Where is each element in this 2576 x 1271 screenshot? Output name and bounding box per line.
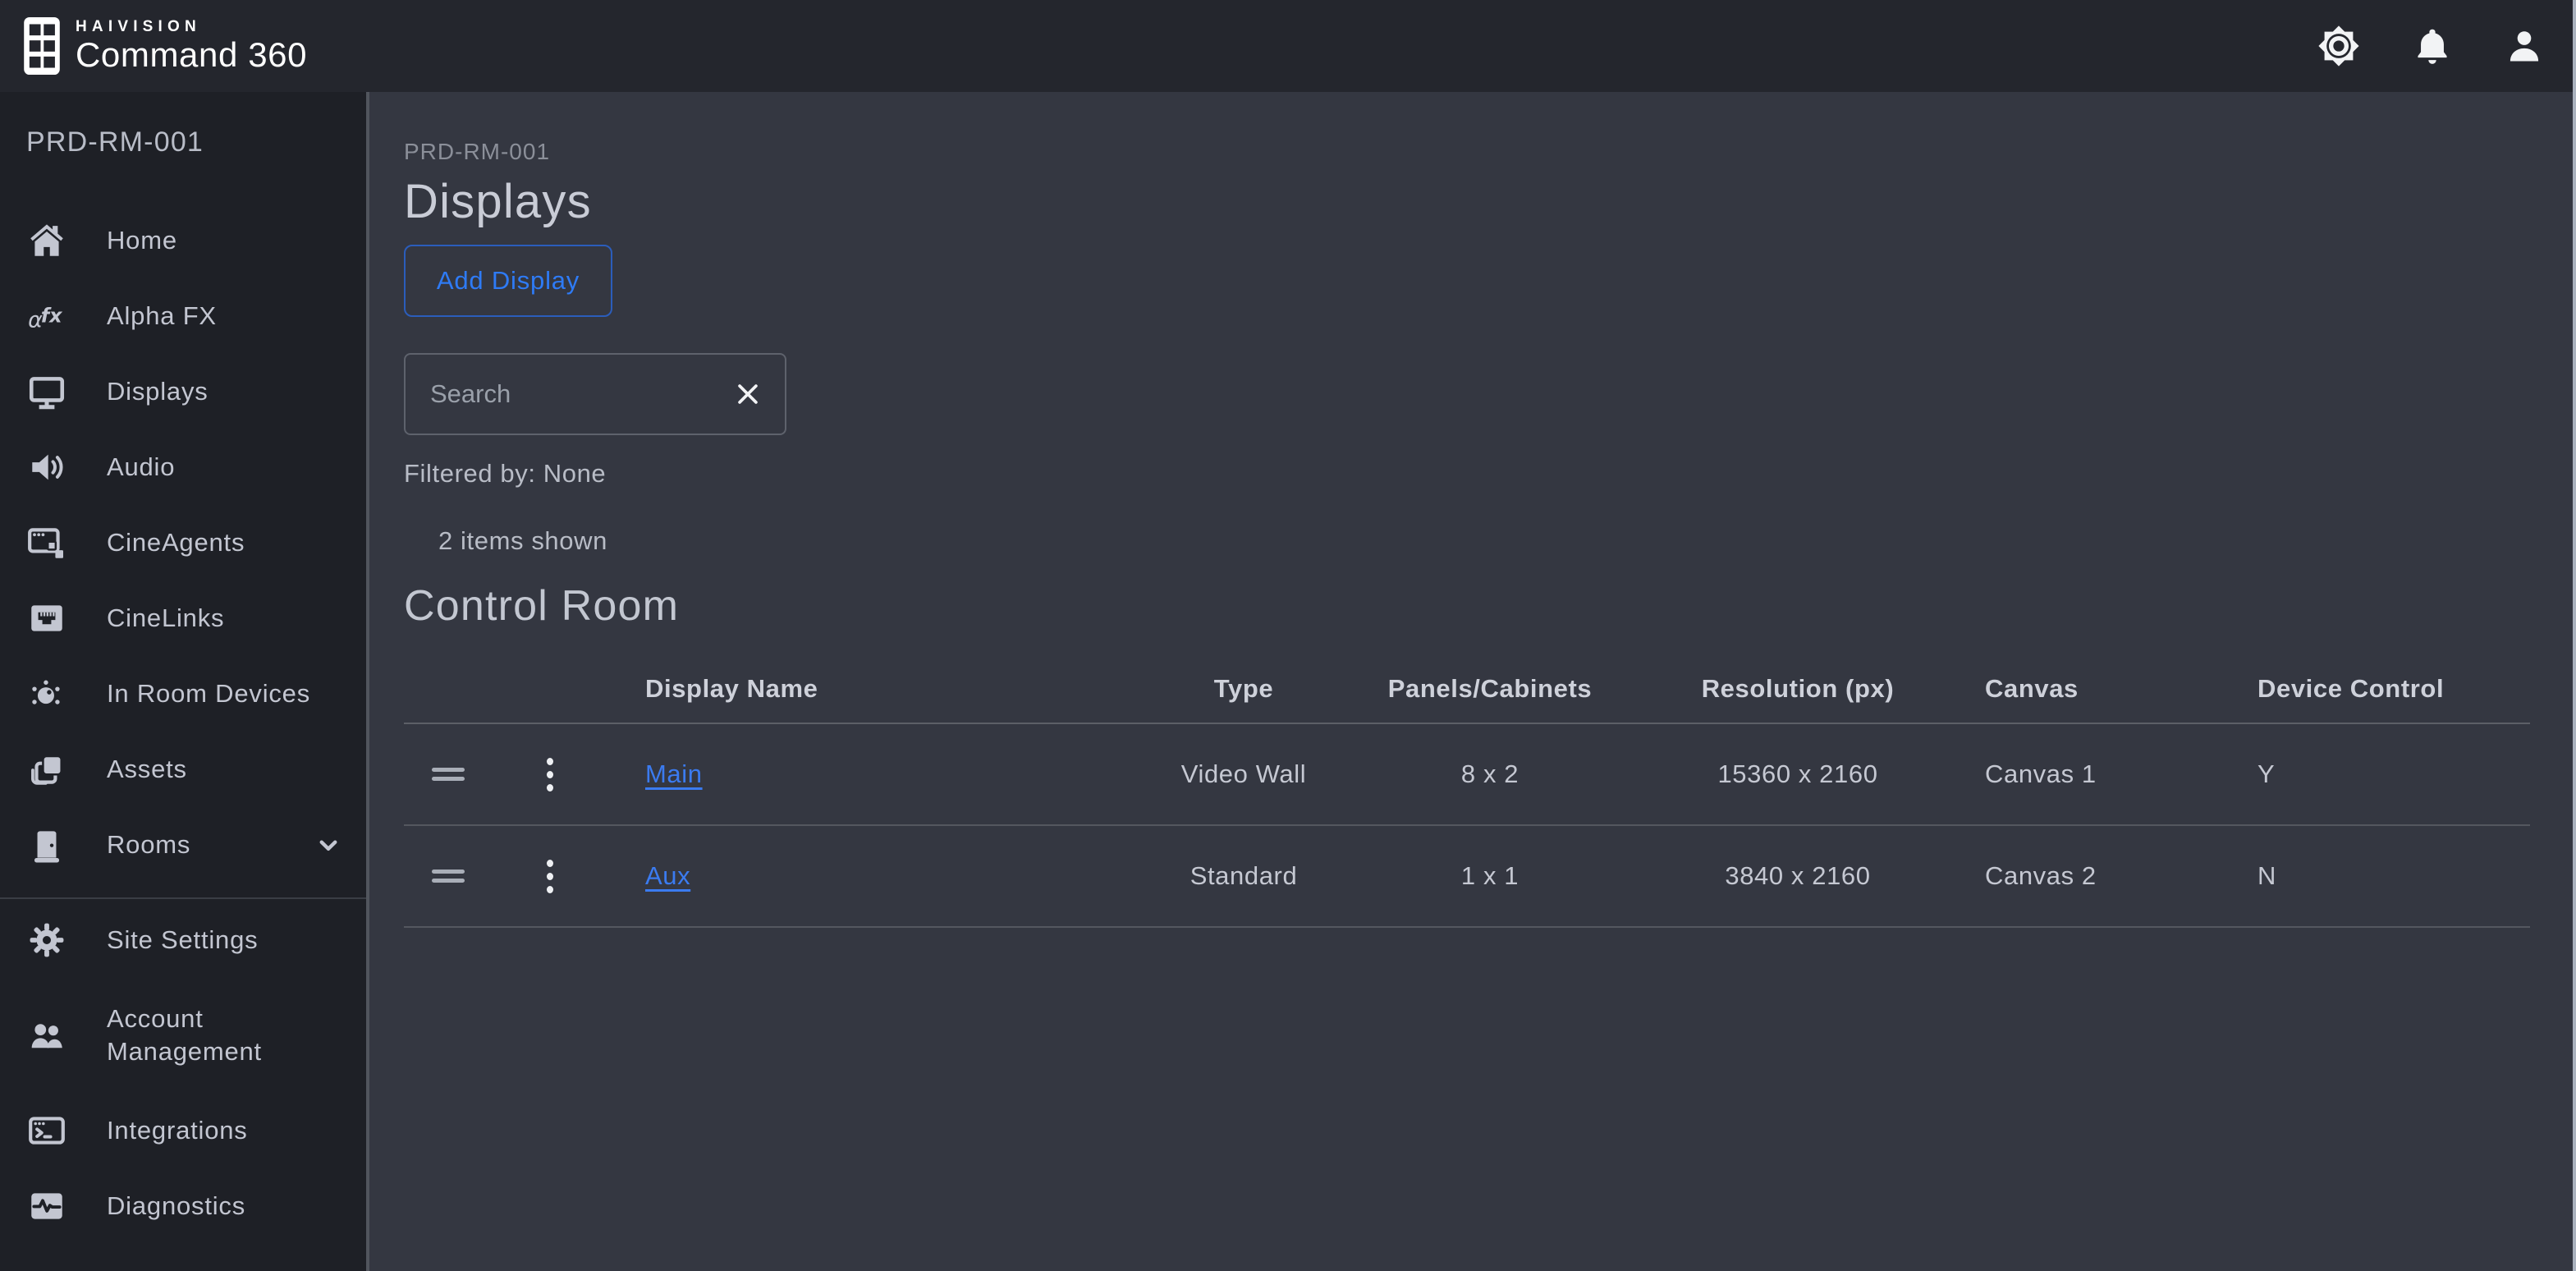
app-header: HAIVISION Command 360 (0, 0, 2576, 92)
assets-stack-icon (25, 749, 69, 790)
gear-icon (25, 920, 69, 961)
device-hub-icon (25, 673, 69, 714)
sidebar-item-cinelinks[interactable]: CineLinks (0, 580, 366, 656)
sidebar-item-home[interactable]: Home (0, 203, 366, 278)
cell-canvas: Canvas 2 (1970, 861, 2241, 891)
ethernet-icon (25, 598, 69, 639)
page-scrollbar[interactable] (2573, 0, 2576, 1271)
sidebar-item-rooms[interactable]: Rooms (0, 807, 366, 883)
page-title: Displays (404, 172, 2530, 232)
sidebar-item-label: CineAgents (107, 526, 245, 559)
bell-icon (2410, 24, 2455, 68)
kebab-menu-icon[interactable] (535, 753, 565, 796)
cell-panels: 8 x 2 (1354, 759, 1625, 789)
sidebar-item-label: Assets (107, 753, 187, 786)
screen-share-icon (25, 522, 69, 563)
sidebar-item-in-room-devices[interactable]: In Room Devices (0, 656, 366, 732)
command360-app: HAIVISION Command 360 (0, 0, 2576, 1271)
sidebar-item-label: Audio (107, 451, 175, 484)
sidebar-item-alpha-fx[interactable]: α fx Alpha FX (0, 278, 366, 354)
settings-button[interactable] (2315, 22, 2363, 70)
notifications-button[interactable] (2410, 24, 2455, 68)
cell-canvas: Canvas 1 (1970, 759, 2241, 789)
haivision-logo-icon (23, 16, 61, 76)
sidebar-item-label: Home (107, 224, 177, 257)
header-actions (2315, 22, 2546, 70)
column-header-display-name: Display Name (607, 674, 1133, 704)
people-icon (25, 1015, 69, 1056)
monitor-icon (25, 371, 69, 412)
brand-haivision: HAIVISION (76, 18, 307, 36)
cell-device-control: N (2241, 861, 2530, 891)
sidebar-item-label: Integrations (107, 1114, 248, 1147)
main-content: PRD-RM-001 Displays Add Display Filtered… (373, 92, 2576, 1271)
sidebar-item-account-management[interactable]: Account Management (0, 978, 366, 1093)
haivision-brand: HAIVISION Command 360 (23, 16, 307, 76)
table-row-main: Main Video Wall 8 x 2 15360 x 2160 Canva… (404, 724, 2530, 826)
door-icon (25, 824, 69, 865)
displays-table: Display Name Type Panels/Cabinets Resolu… (404, 655, 2530, 928)
items-shown-label: 2 items shown (404, 525, 2530, 557)
table-header-row: Display Name Type Panels/Cabinets Resolu… (404, 655, 2530, 724)
sidebar-item-label: Diagnostics (107, 1190, 245, 1223)
table-row-aux: Aux Standard 1 x 1 3840 x 2160 Canvas 2 … (404, 826, 2530, 928)
sidebar-divider (0, 897, 366, 899)
sidebar-item-label: In Room Devices (107, 677, 310, 710)
add-display-button[interactable]: Add Display (404, 245, 612, 317)
search-clear-button[interactable] (731, 377, 765, 411)
brand-command360: Command 360 (76, 36, 307, 74)
speaker-icon (25, 447, 69, 488)
sidebar-item-label: Site Settings (107, 924, 258, 957)
user-icon (2502, 24, 2546, 68)
chevron-down-icon[interactable] (310, 827, 346, 863)
drag-handle-icon[interactable] (432, 768, 465, 781)
cell-resolution: 3840 x 2160 (1625, 861, 1970, 891)
breadcrumb: PRD-RM-001 (404, 138, 2530, 166)
cell-type: Video Wall (1133, 759, 1354, 789)
settings-gear-icon (2315, 22, 2363, 70)
sidebar-item-label: Alpha FX (107, 300, 217, 333)
sidebar-item-cineagents[interactable]: CineAgents (0, 505, 366, 580)
user-button[interactable] (2502, 24, 2546, 68)
sidebar-nav: Home α fx Alpha FX (0, 203, 366, 1244)
sidebar-item-diagnostics[interactable]: Diagnostics (0, 1168, 366, 1244)
sidebar: PRD-RM-001 Home α fx Alph (0, 92, 369, 1271)
column-header-type: Type (1133, 674, 1354, 704)
sidebar-item-label: Rooms (107, 828, 190, 861)
sidebar-item-label: CineLinks (107, 602, 224, 635)
sidebar-item-label: Displays (107, 375, 209, 408)
display-link-aux[interactable]: Aux (645, 861, 690, 890)
column-header-resolution: Resolution (px) (1625, 674, 1970, 704)
brand-text: HAIVISION Command 360 (76, 18, 307, 74)
sidebar-item-displays[interactable]: Displays (0, 354, 366, 429)
search-input[interactable] (427, 378, 731, 411)
drag-handle-icon[interactable] (432, 870, 465, 883)
alpha-fx-icon: α fx (25, 296, 69, 337)
cell-type: Standard (1133, 861, 1354, 891)
column-header-panels: Panels/Cabinets (1354, 674, 1625, 704)
diagnostics-icon (25, 1186, 69, 1227)
cell-panels: 1 x 1 (1354, 861, 1625, 891)
section-title-control-room: Control Room (404, 580, 2530, 632)
svg-text:fx: fx (41, 304, 63, 327)
search-box (404, 353, 786, 435)
close-icon (734, 380, 762, 408)
sidebar-room-label: PRD-RM-001 (0, 92, 366, 158)
sidebar-item-assets[interactable]: Assets (0, 732, 366, 807)
cell-device-control: Y (2241, 759, 2530, 789)
filtered-by-label: Filtered by: None (404, 458, 2530, 489)
sidebar-item-label: Account Management (107, 1003, 300, 1068)
sidebar-item-integrations[interactable]: Integrations (0, 1093, 366, 1168)
column-header-device-control: Device Control (2241, 674, 2530, 704)
sidebar-item-audio[interactable]: Audio (0, 429, 366, 505)
terminal-icon (25, 1110, 69, 1151)
kebab-menu-icon[interactable] (535, 855, 565, 898)
display-link-main[interactable]: Main (645, 759, 703, 788)
home-icon (25, 220, 69, 261)
column-header-canvas: Canvas (1970, 674, 2241, 704)
sidebar-item-site-settings[interactable]: Site Settings (0, 902, 366, 978)
cell-resolution: 15360 x 2160 (1625, 759, 1970, 789)
